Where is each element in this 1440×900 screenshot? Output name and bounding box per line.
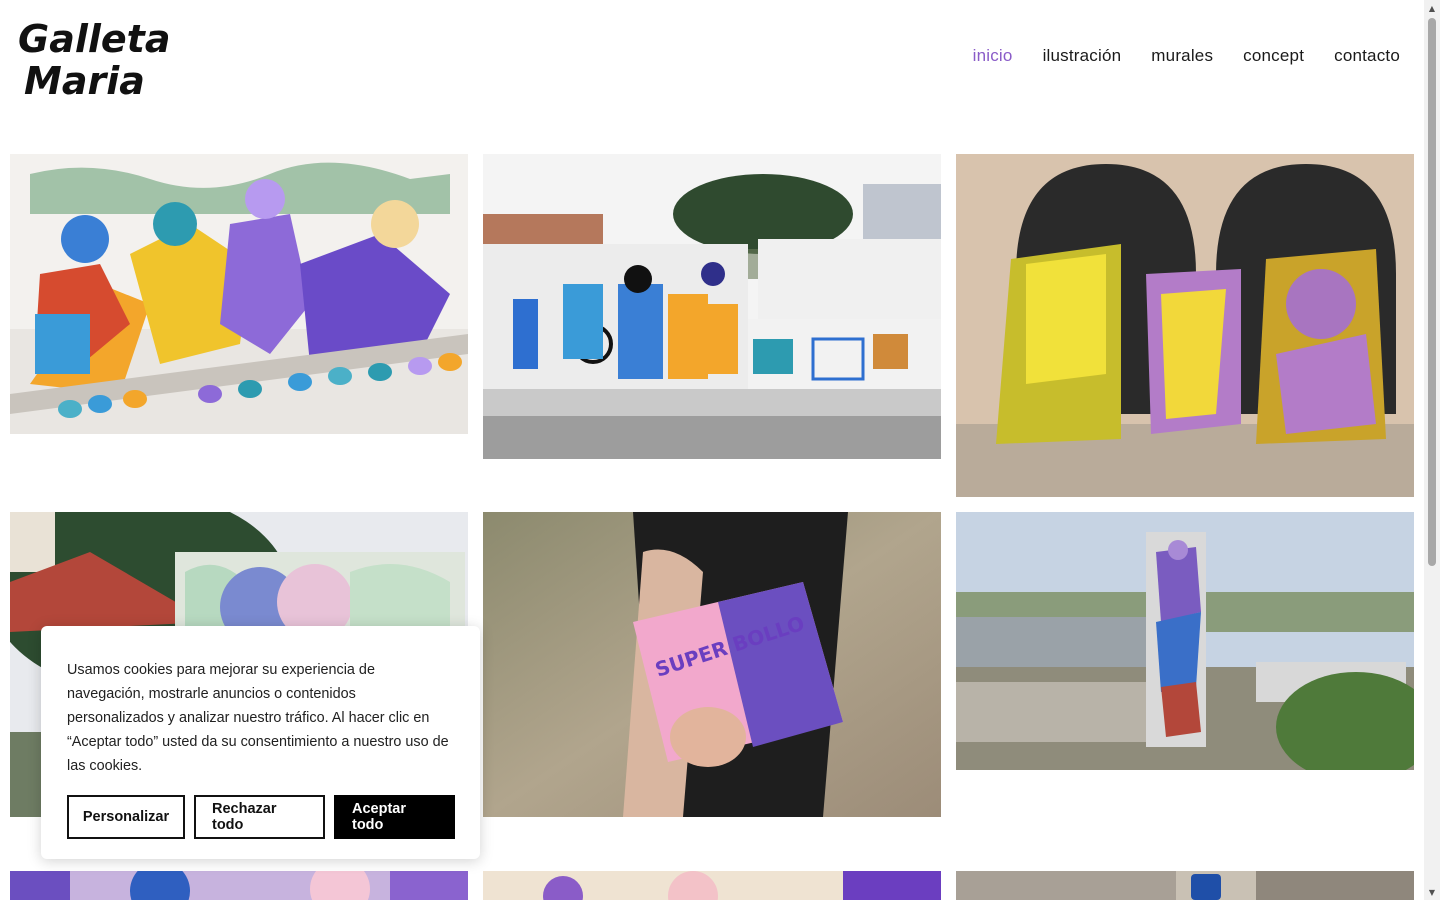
gallery-mural-street-wall[interactable] [483,154,941,459]
nav-inicio[interactable]: inicio [973,46,1013,66]
logo-line-2: Maria [24,59,145,100]
cookie-banner: Usamos cookies para mejorar su experienc… [41,626,480,859]
mural-faces-image [10,871,468,900]
storefront-image [956,871,1414,900]
customize-button[interactable]: Personalizar [67,795,185,839]
book-superbollo-image: SUPER BOLLO [483,512,941,817]
logo-line-1: Galleta [18,17,168,61]
nav-murales[interactable]: murales [1151,46,1213,66]
site-header: Galleta Maria inicio ilustración murales… [0,0,1424,120]
nav-ilustracion[interactable]: ilustración [1043,46,1122,66]
reject-all-button[interactable]: Rechazar todo [194,795,325,839]
gallery-painted-panels[interactable] [956,154,1414,497]
main-nav: inicio ilustración murales concept conta… [973,46,1400,66]
mural-street-wall-image [483,154,941,459]
mural-beekeepers-image [10,154,468,434]
gallery-mural-faces[interactable] [10,871,468,900]
mural-pink-image [483,871,941,900]
accept-all-button[interactable]: Aceptar todo [334,795,455,839]
painted-panels-image [956,154,1414,497]
logo-mark: Galleta Maria [18,17,170,103]
scroll-thumb[interactable] [1428,18,1436,566]
gallery-storefront[interactable] [956,871,1414,900]
nav-concept[interactable]: concept [1243,46,1304,66]
gallery-mural-beekeepers[interactable] [10,154,468,434]
gallery-silo-mural[interactable] [956,512,1414,770]
gallery-mural-pink[interactable] [483,871,941,900]
cookie-message: Usamos cookies para mejorar su experienc… [67,662,449,774]
cookie-actions: Personalizar Rechazar todo Aceptar todo [67,795,455,839]
silo-mural-image [956,512,1414,770]
page-scrollbar[interactable]: ▲ ▼ [1424,0,1440,900]
site-logo[interactable]: Galleta Maria [16,14,170,103]
nav-contacto[interactable]: contacto [1334,46,1400,66]
scroll-up-icon[interactable]: ▲ [1424,0,1440,16]
gallery-book-superbollo[interactable]: SUPER BOLLO [483,512,941,817]
scroll-down-icon[interactable]: ▼ [1424,884,1440,900]
